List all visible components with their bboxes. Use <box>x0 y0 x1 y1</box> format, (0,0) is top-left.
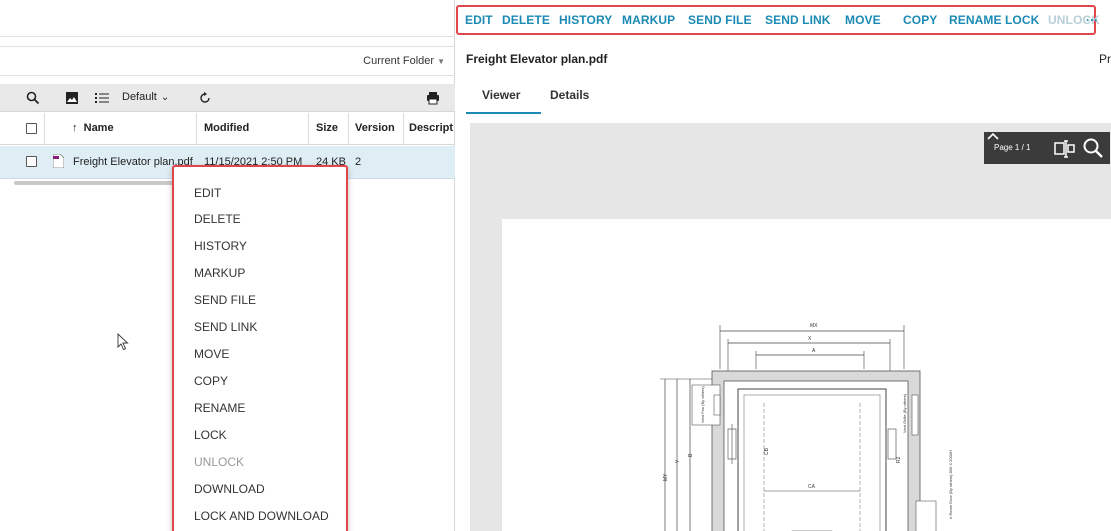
dim-label: B <box>688 453 694 457</box>
action-history-button[interactable]: HISTORY <box>559 13 612 27</box>
dim-label: R2 <box>896 456 902 463</box>
caret-down-icon: ▼ <box>437 57 445 66</box>
viewer-tabs: Viewer Details <box>466 78 1106 114</box>
action-rename-button[interactable]: RENAME <box>949 13 1002 27</box>
thumbnail-view-icon[interactable] <box>63 89 81 107</box>
column-separator <box>44 113 45 145</box>
action-copy-button[interactable]: COPY <box>903 13 937 27</box>
document-title: Freight Elevator plan.pdf <box>466 52 608 66</box>
context-menu-item-history[interactable]: HISTORY <box>194 239 247 253</box>
view-selector-label: Default <box>122 91 157 103</box>
action-markup-button[interactable]: MARKUP <box>622 13 675 27</box>
pdf-viewer-area: MX X A MY Y B CB CA R2 Vent Fan (By othe… <box>470 123 1111 531</box>
column-separator <box>348 113 349 145</box>
column-version[interactable]: Version <box>355 122 395 134</box>
pdf-page: MX X A MY Y B CB CA R2 Vent Fan (By othe… <box>502 219 1111 531</box>
context-menu-item-move[interactable]: MOVE <box>194 347 229 361</box>
dim-label: Y <box>675 459 681 463</box>
context-menu-item-send-link[interactable]: SEND LINK <box>194 320 257 334</box>
search-icon[interactable] <box>24 89 42 107</box>
document-viewer-panel: EDIT DELETE HISTORY MARKUP SEND FILE SEND LIN… <box>456 0 1111 531</box>
context-menu-item-lock[interactable]: LOCK <box>194 428 227 442</box>
refresh-icon[interactable] <box>196 89 214 107</box>
view-selector[interactable]: Default ⌄ <box>122 91 169 103</box>
sort-asc-icon: ↑ <box>72 122 78 134</box>
folder-scope-label: Current Folder <box>363 55 435 67</box>
context-menu-item-download[interactable]: DOWNLOAD <box>194 482 265 496</box>
dim-label: MY <box>663 473 669 481</box>
truncated-header-text: Pr <box>1099 52 1111 66</box>
column-separator <box>196 113 197 145</box>
fit-width-icon[interactable] <box>1054 139 1076 162</box>
context-menu-item-copy[interactable]: COPY <box>194 374 228 388</box>
dim-label: CB <box>764 447 770 455</box>
column-name[interactable]: ↑ Name <box>72 122 114 134</box>
action-move-button[interactable]: MOVE <box>845 13 881 27</box>
context-menu-item-markup[interactable]: MARKUP <box>194 266 245 280</box>
column-description[interactable]: Descript <box>409 122 453 134</box>
print-icon[interactable] <box>424 89 442 107</box>
folder-scope-row: Current Folder ▼ <box>0 46 455 76</box>
action-edit-button[interactable]: EDIT <box>465 13 493 27</box>
context-menu-item-rename[interactable]: RENAME <box>194 401 245 415</box>
drawing-note: Vent Grille (By others) <box>902 393 907 433</box>
active-tab-indicator <box>466 112 541 114</box>
row-checkbox[interactable] <box>26 156 37 167</box>
tab-details[interactable]: Details <box>550 88 589 102</box>
context-menu-item-unlock: UNLOCK <box>194 455 245 469</box>
page-navigator: Page 1 / 1 <box>984 132 1110 164</box>
column-size[interactable]: Size <box>316 122 338 134</box>
mouse-pointer-icon <box>117 332 129 354</box>
file-table-header: ↑ Name Modified Size Version Descript <box>0 113 455 145</box>
dim-label: CA <box>808 484 816 490</box>
dim-label: X <box>808 336 812 342</box>
file-toolbar: Default ⌄ <box>0 84 455 112</box>
action-delete-button[interactable]: DELETE <box>502 13 550 27</box>
action-send-file-button[interactable]: SEND FILE <box>688 13 752 27</box>
context-menu-item-send-file[interactable]: SEND FILE <box>194 293 256 307</box>
context-menu-item-lock-and-download[interactable]: LOCK AND DOWNLOAD <box>194 509 329 523</box>
action-send-link-button[interactable]: SEND LINK <box>765 13 831 27</box>
more-actions-icon[interactable]: ··· <box>1086 13 1098 27</box>
select-all-checkbox[interactable] <box>26 123 37 134</box>
document-action-bar: EDIT DELETE HISTORY MARKUP SEND FILE SEND LIN… <box>456 5 1100 35</box>
list-view-icon[interactable] <box>93 89 111 107</box>
column-separator <box>308 113 309 145</box>
pdf-file-icon <box>52 153 65 171</box>
file-context-menu: EDIT DELETE HISTORY MARKUP SEND FILE SEND LIN… <box>172 165 348 531</box>
context-menu-item-delete[interactable]: DELETE <box>194 212 241 226</box>
column-separator <box>403 113 404 145</box>
dim-label: MX <box>810 323 818 329</box>
file-version-cell: 2 <box>355 156 362 168</box>
folder-scope-select[interactable]: Current Folder ▼ <box>363 55 445 67</box>
column-modified[interactable]: Modified <box>204 122 249 134</box>
action-lock-button[interactable]: LOCK <box>1005 13 1039 27</box>
chevron-up-icon[interactable] <box>986 130 1000 144</box>
page-indicator: Page 1 / 1 <box>994 143 1031 152</box>
drawing-note: e Room Door (By others) 800 X 2000H <box>948 450 953 519</box>
context-menu-item-edit[interactable]: EDIT <box>194 186 221 200</box>
drawing-note: Vent Fan (By others) <box>700 386 705 423</box>
chevron-down-icon: ⌄ <box>160 92 170 103</box>
tab-viewer[interactable]: Viewer <box>482 88 520 102</box>
dim-label: A <box>812 348 816 354</box>
zoom-icon[interactable] <box>1082 137 1104 162</box>
left-header-bar <box>0 0 455 37</box>
column-name-label: Name <box>83 122 114 134</box>
elevator-plan-drawing: MX X A MY Y B CB CA R2 Vent Fan (By othe… <box>660 323 953 531</box>
